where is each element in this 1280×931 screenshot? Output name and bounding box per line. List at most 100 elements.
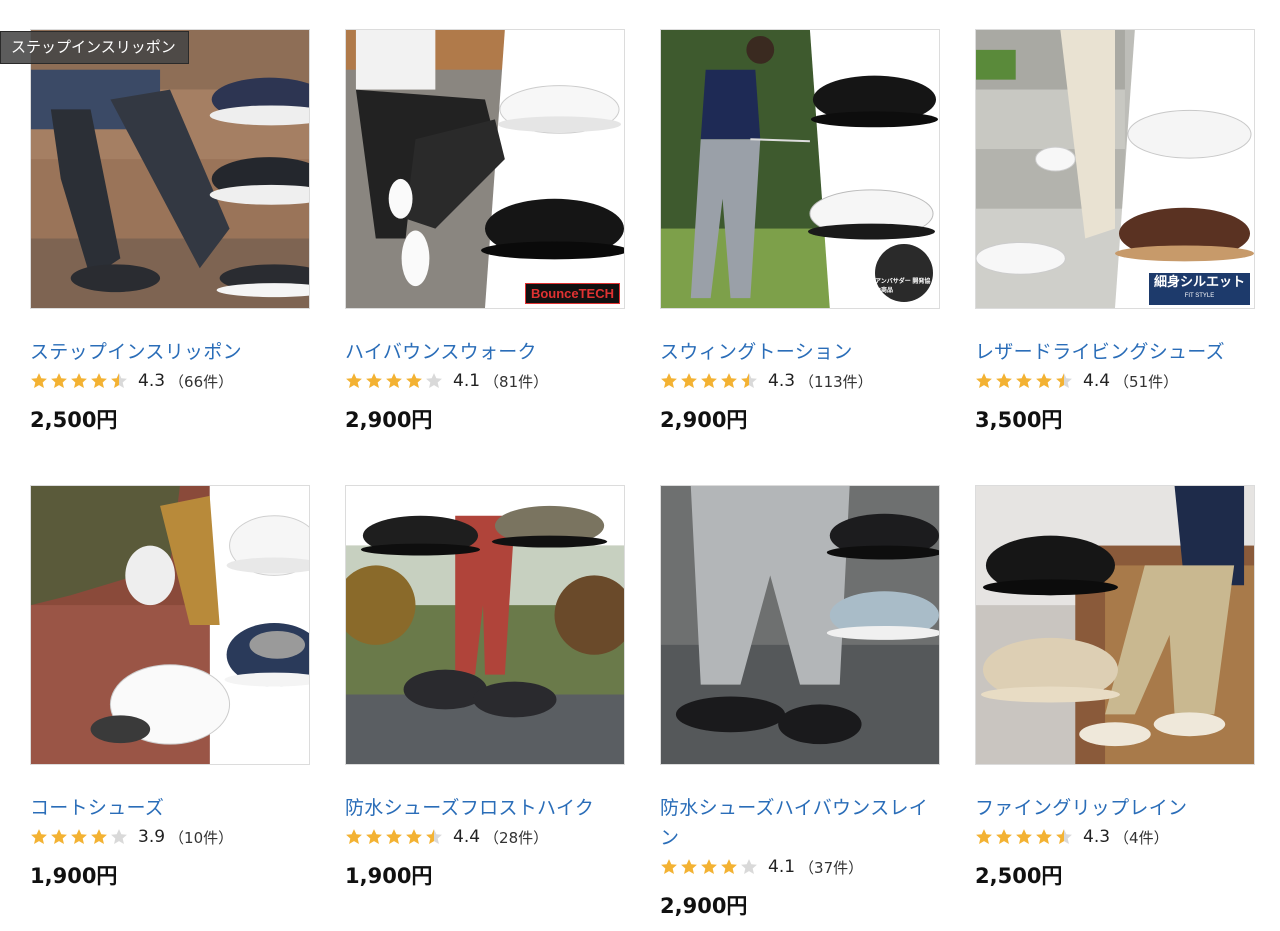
- star-full-icon: [71, 373, 87, 389]
- rating-score: 4.3: [768, 371, 796, 391]
- product-card[interactable]: 防水シューズフロストハイク 4.4 （28件） 1,900円: [345, 485, 625, 920]
- review-count[interactable]: （66件）: [169, 371, 233, 392]
- star-full-icon: [681, 859, 697, 875]
- review-count[interactable]: （4件）: [1114, 827, 1169, 848]
- product-card[interactable]: アンバサダー 開発協力商品 スウィングトーション 4.3 （113件） 2,90…: [660, 29, 940, 434]
- star-full-icon: [1036, 373, 1052, 389]
- star-full-icon: [346, 373, 362, 389]
- product-card[interactable]: ファイングリップレイン 4.3 （4件） 2,500円: [975, 485, 1255, 920]
- star-full-icon: [31, 829, 47, 845]
- rating: 4.1 （37件）: [660, 854, 940, 880]
- star-rating-icon: [30, 828, 128, 846]
- star-full-icon: [976, 829, 992, 845]
- price: 2,900円: [660, 408, 748, 432]
- star-full-icon: [661, 859, 677, 875]
- product-card[interactable]: 防水シューズハイバウンスレイン 4.1 （37件） 2,900円: [660, 485, 940, 920]
- rating-score: 3.9: [138, 827, 166, 847]
- star-full-icon: [71, 829, 87, 845]
- review-count[interactable]: （113件）: [799, 371, 873, 392]
- star-rating-icon: [660, 372, 758, 390]
- star-rating-icon: [345, 372, 443, 390]
- review-count[interactable]: （37件）: [799, 857, 863, 878]
- star-full-icon: [721, 859, 737, 875]
- review-count[interactable]: （51件）: [1114, 371, 1178, 392]
- star-full-icon: [701, 859, 717, 875]
- star-full-icon: [91, 829, 107, 845]
- star-full-icon: [91, 373, 107, 389]
- star-full-icon: [51, 829, 67, 845]
- product-title[interactable]: コートシューズ: [30, 793, 310, 823]
- star-half-icon: [1056, 829, 1072, 845]
- price: 2,900円: [660, 894, 748, 918]
- hover-tooltip: ステップインスリッポン: [0, 31, 189, 64]
- rating: 4.3 （4件）: [975, 824, 1255, 850]
- star-full-icon: [406, 829, 422, 845]
- golf-shoe-image[interactable]: アンバサダー 開発協力商品: [660, 29, 940, 309]
- star-full-icon: [996, 829, 1012, 845]
- price: 1,900円: [30, 864, 118, 888]
- rating-score: 4.1: [768, 857, 796, 877]
- star-full-icon: [346, 829, 362, 845]
- product-title[interactable]: 防水シューズフロストハイク: [345, 793, 625, 823]
- rating-score: 4.4: [453, 827, 481, 847]
- price: 2,900円: [345, 408, 433, 432]
- ambassador-badge: アンバサダー 開発協力商品: [875, 244, 933, 302]
- rating-score: 4.3: [1083, 827, 1111, 847]
- court-shoe-image[interactable]: [30, 485, 310, 765]
- star-half-icon: [741, 373, 757, 389]
- product-title[interactable]: 防水シューズハイバウンスレイン: [660, 793, 940, 853]
- star-full-icon: [31, 373, 47, 389]
- slip-on-shoe-image[interactable]: [30, 29, 310, 309]
- rain-shoe-image[interactable]: [660, 485, 940, 765]
- star-full-icon: [366, 373, 382, 389]
- star-rating-icon: [975, 372, 1073, 390]
- star-rating-icon: [975, 828, 1073, 846]
- star-full-icon: [1036, 829, 1052, 845]
- star-half-icon: [111, 373, 127, 389]
- star-full-icon: [976, 373, 992, 389]
- star-rating-icon: [660, 858, 758, 876]
- star-half-icon: [1056, 373, 1072, 389]
- product-title[interactable]: レザードライビングシューズ: [975, 337, 1255, 367]
- star-full-icon: [406, 373, 422, 389]
- rating-score: 4.4: [1083, 371, 1111, 391]
- star-half-icon: [426, 829, 442, 845]
- price: 2,500円: [975, 864, 1063, 888]
- price: 3,500円: [975, 408, 1063, 432]
- walking-shoe-image[interactable]: BounceTECH: [345, 29, 625, 309]
- hiking-shoe-image[interactable]: [345, 485, 625, 765]
- fit-style-label: FIT STYLE: [1184, 293, 1215, 299]
- product-title[interactable]: スウィングトーション: [660, 337, 940, 367]
- slim-silhouette-badge: 細身シルエット FIT STYLE: [1148, 273, 1250, 305]
- product-title[interactable]: ステップインスリッポン: [30, 337, 310, 367]
- product-card[interactable]: BounceTECH ハイバウンスウォーク 4.1 （81件） 2,900円: [345, 29, 625, 434]
- star-full-icon: [701, 373, 717, 389]
- star-full-icon: [386, 829, 402, 845]
- review-count[interactable]: （81件）: [484, 371, 548, 392]
- rating: 4.1 （81件）: [345, 368, 625, 394]
- grip-shoe-image[interactable]: [975, 485, 1255, 765]
- rating: 4.4 （51件）: [975, 368, 1255, 394]
- star-full-icon: [51, 373, 67, 389]
- review-count[interactable]: （28件）: [484, 827, 548, 848]
- star-full-icon: [681, 373, 697, 389]
- star-empty-icon: [426, 373, 442, 389]
- star-empty-icon: [741, 859, 757, 875]
- star-full-icon: [366, 829, 382, 845]
- star-full-icon: [1016, 829, 1032, 845]
- star-full-icon: [721, 373, 737, 389]
- star-empty-icon: [111, 829, 127, 845]
- product-card[interactable]: 細身シルエット FIT STYLE レザードライビングシューズ 4.4 （51件）…: [975, 29, 1255, 434]
- slim-silhouette-label: 細身シルエット: [1153, 274, 1245, 289]
- rating: 4.3 （113件）: [660, 368, 940, 394]
- rating: 3.9 （10件）: [30, 824, 310, 850]
- review-count[interactable]: （10件）: [169, 827, 233, 848]
- product-title[interactable]: ファイングリップレイン: [975, 793, 1255, 823]
- product-card[interactable]: ステップインスリッポン 4.3 （66件） 2,500円: [30, 29, 310, 434]
- star-full-icon: [661, 373, 677, 389]
- star-rating-icon: [30, 372, 128, 390]
- product-title[interactable]: ハイバウンスウォーク: [345, 337, 625, 367]
- leather-shoe-image[interactable]: 細身シルエット FIT STYLE: [975, 29, 1255, 309]
- star-rating-icon: [345, 828, 443, 846]
- product-card[interactable]: コートシューズ 3.9 （10件） 1,900円: [30, 485, 310, 920]
